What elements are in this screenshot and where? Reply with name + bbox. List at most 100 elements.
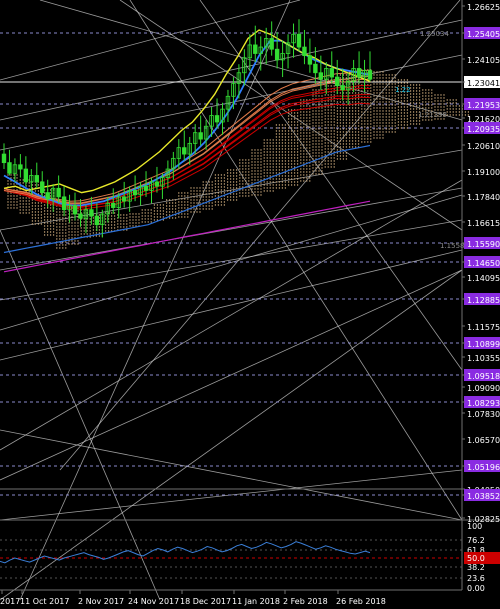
cloud-dot (303, 156, 305, 158)
cloud-dot (168, 199, 171, 201)
cloud-dot (330, 136, 332, 138)
cloud-dot (296, 184, 299, 186)
cloud-dot (373, 92, 375, 94)
cloud-dot (296, 133, 299, 135)
cloud-dot (290, 148, 293, 150)
cloud-dot (28, 212, 30, 214)
cloud-dot (434, 97, 436, 99)
price-tick-label: 1.23041 (467, 79, 500, 88)
cloud-dot (254, 176, 256, 178)
cloud-dot (110, 224, 113, 226)
cloud-dot (263, 184, 265, 186)
cloud-dot (415, 96, 418, 98)
cloud-dot (293, 142, 296, 144)
cloud-dot (394, 131, 396, 133)
cloud-dot (385, 113, 387, 115)
cloud-dot (25, 197, 27, 199)
cloud-dot (293, 139, 296, 141)
cloud-dot (110, 215, 113, 217)
cloud-dot (220, 198, 223, 200)
cloud-dot (174, 205, 177, 207)
cloud-dot (367, 90, 369, 92)
candle-body (313, 63, 318, 74)
cloud-dot (354, 92, 357, 94)
cloud-dot (379, 134, 381, 136)
candle-body (78, 213, 83, 219)
cloud-dot (446, 99, 448, 101)
cloud-dot (284, 148, 287, 150)
cloud-dot (260, 173, 262, 175)
cloud-dot (385, 119, 387, 121)
cloud-dot (34, 190, 37, 192)
cloud-dot (348, 143, 351, 145)
cloud-dot (391, 104, 393, 106)
cloud-dot (373, 128, 375, 130)
cloud-dot (214, 186, 217, 188)
cloud-dot (223, 201, 226, 203)
cloud-dot (16, 204, 18, 206)
cloud-dot (318, 137, 320, 139)
cloud-dot (379, 128, 381, 130)
price-tick-label: 1.03852 (467, 492, 500, 501)
cloud-dot (40, 202, 43, 204)
cloud-dot (351, 146, 354, 148)
cloud-dot (388, 101, 390, 103)
cloud-dot (434, 100, 436, 102)
cloud-dot (415, 90, 418, 92)
price-chart[interactable]: 1.250341.221.213981.1558 1.266251.254051… (0, 0, 500, 609)
cloud-dot (138, 222, 140, 224)
cloud-dot (59, 211, 61, 213)
cloud-dot (239, 168, 241, 170)
cloud-dot (275, 139, 278, 141)
cloud-dot (10, 174, 12, 176)
cloud-dot (312, 143, 314, 145)
cloud-dot (361, 138, 363, 140)
cloud-dot (403, 127, 406, 129)
cloud-dot (196, 202, 198, 204)
candle-body (214, 115, 220, 123)
cloud-dot (367, 126, 369, 128)
cloud-dot (89, 227, 91, 229)
cloud-dot (394, 95, 396, 97)
cloud-dot (373, 122, 375, 124)
cloud-dot (7, 195, 9, 197)
cloud-dot (361, 117, 363, 119)
cloud-dot (269, 148, 271, 150)
cloud-dot (235, 199, 238, 201)
cloud-dot (187, 213, 189, 215)
cloud-dot (345, 116, 348, 118)
cloud-dot (287, 181, 290, 183)
cloud-dot (95, 232, 98, 234)
cloud-dot (315, 140, 317, 142)
cloud-dot (321, 161, 323, 163)
cloud-dot (202, 196, 204, 198)
cloud-dot (181, 204, 183, 206)
cloud-dot (388, 86, 390, 88)
cloud-dot (400, 103, 403, 105)
cloud-dot (19, 209, 21, 211)
cloud-dot (458, 111, 461, 113)
cloud-dot (171, 205, 174, 207)
cloud-dot (303, 177, 305, 179)
cloud-dot (309, 144, 311, 146)
cloud-dot (190, 205, 192, 207)
cloud-dot (232, 169, 235, 171)
cloud-dot (315, 113, 317, 115)
cloud-dot (391, 89, 393, 91)
cloud-dot (263, 163, 265, 165)
cloud-dot (388, 83, 390, 85)
cloud-dot (422, 95, 424, 97)
cloud-dot (339, 77, 342, 79)
cloud-dot (333, 127, 335, 129)
cloud-dot (59, 238, 61, 240)
cloud-dot (415, 102, 418, 104)
cloud-dot (281, 187, 284, 189)
cloud-dot (226, 175, 229, 177)
cloud-dot (242, 183, 244, 185)
cloud-dot (16, 207, 18, 209)
cloud-dot (171, 211, 174, 213)
cloud-dot (336, 107, 339, 109)
cloud-dot (19, 179, 21, 181)
cloud-dot (376, 71, 378, 73)
cloud-dot (357, 86, 360, 88)
